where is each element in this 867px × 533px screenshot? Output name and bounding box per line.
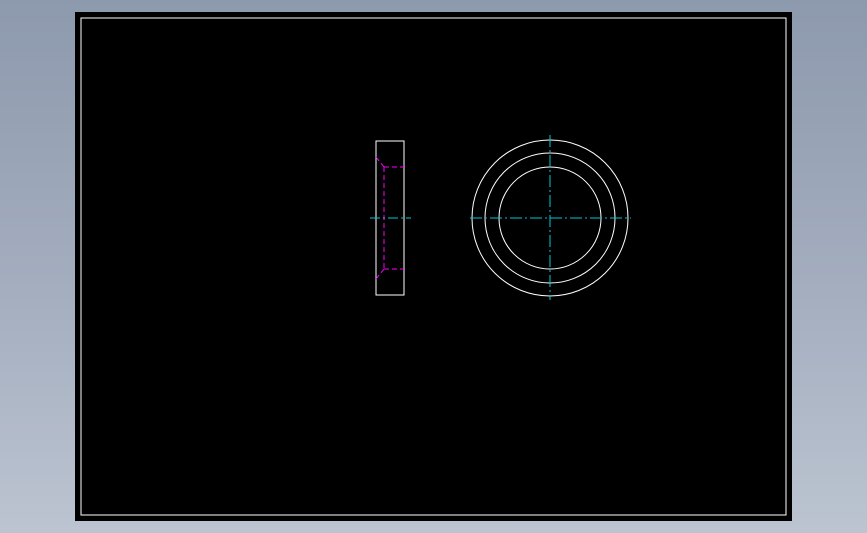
hidden-top-chamfer <box>375 156 385 168</box>
side-view <box>370 140 411 296</box>
front-view <box>470 135 631 300</box>
drawing-border <box>80 17 787 516</box>
drawing-sheet <box>75 12 792 521</box>
hidden-bottom-chamfer <box>375 268 385 280</box>
cad-drawing-canvas <box>80 17 787 516</box>
